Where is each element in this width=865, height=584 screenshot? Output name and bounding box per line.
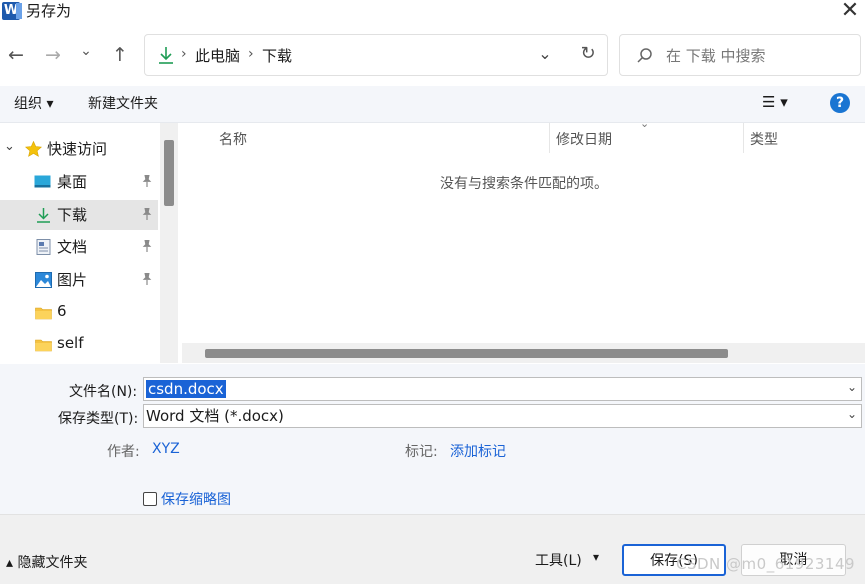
new-folder-button[interactable]: 新建文件夹 xyxy=(88,93,158,113)
breadcrumb-separator: › xyxy=(181,46,187,62)
back-arrow-icon[interactable]: ← xyxy=(3,42,29,68)
search-placeholder: 在 下载 中搜索 xyxy=(666,47,766,65)
sidebar-item-quick-access[interactable]: ⌄ 快速访问 xyxy=(0,134,158,164)
organize-menu[interactable]: 组织 ▾ xyxy=(14,93,53,113)
sidebar-item-folder-6[interactable]: 6 xyxy=(0,298,158,328)
star-icon xyxy=(25,141,42,157)
window-title: 另存为 xyxy=(26,2,72,20)
tags-label: 标记: xyxy=(405,444,438,460)
breadcrumb-separator: › xyxy=(248,46,254,62)
column-header-date-modified[interactable]: 修改日期 xyxy=(556,129,612,149)
sidebar-item-label: 桌面 xyxy=(57,173,88,191)
save-thumbnail-checkbox[interactable] xyxy=(143,492,157,506)
sidebar-item-label: 图片 xyxy=(57,271,88,289)
tools-dropdown-arrow-icon[interactable]: ▾ xyxy=(593,550,599,564)
save-form: 文件名(N): csdn.docx ⌄ 保存类型(T): Word 文档 (*.… xyxy=(0,364,865,514)
address-dropdown-chevron-icon[interactable]: ⌄ xyxy=(533,42,557,66)
document-icon xyxy=(36,239,51,255)
view-options-menu[interactable]: ☰ ▾ xyxy=(762,93,788,111)
folder-icon xyxy=(35,307,52,320)
sidebar-item-documents[interactable]: 文档 xyxy=(0,232,158,262)
filename-value[interactable]: csdn.docx xyxy=(146,380,226,398)
sidebar-scrollbar-thumb[interactable] xyxy=(164,140,174,206)
sidebar-item-label: 快速访问 xyxy=(47,140,108,158)
forward-arrow-icon[interactable]: → xyxy=(40,42,66,68)
download-icon xyxy=(37,208,50,223)
search-icon xyxy=(637,48,652,63)
column-header-type[interactable]: 类型 xyxy=(750,129,778,149)
expand-chevron-icon[interactable]: ⌄ xyxy=(4,139,15,154)
pin-icon xyxy=(140,207,154,223)
chevron-down-icon[interactable]: ⌄ xyxy=(847,380,857,394)
sidebar-item-desktop[interactable]: 桌面 xyxy=(0,167,158,197)
filename-label: 文件名(N): xyxy=(69,384,138,400)
tools-menu[interactable]: 工具(L) xyxy=(535,550,582,570)
close-button[interactable]: ✕ xyxy=(836,0,864,26)
sidebar-item-label: self xyxy=(57,334,84,352)
picture-icon xyxy=(35,272,52,288)
recent-locations-chevron-icon[interactable]: ⌄ xyxy=(73,38,99,64)
column-divider[interactable] xyxy=(743,123,744,153)
sidebar-item-label: 下载 xyxy=(57,206,88,224)
author-label: 作者: xyxy=(107,444,140,460)
breadcrumb-this-pc[interactable]: 此电脑 xyxy=(195,45,240,66)
hide-folders-button[interactable]: ▴ 隐藏文件夹 xyxy=(6,552,87,572)
sidebar-item-folder-self[interactable]: self xyxy=(0,330,158,360)
filetype-select[interactable]: Word 文档 (*.docx) ⌄ xyxy=(143,404,862,428)
file-list: 名称 ⌄ 修改日期 类型 没有与搜索条件匹配的项。 xyxy=(182,117,865,363)
author-value[interactable]: XYZ xyxy=(152,441,180,457)
chevron-down-icon[interactable]: ⌄ xyxy=(847,407,857,421)
save-thumbnail-label[interactable]: 保存缩略图 xyxy=(161,489,231,509)
pin-icon xyxy=(140,239,154,255)
search-box[interactable]: 在 下载 中搜索 xyxy=(619,34,861,76)
empty-results-message: 没有与搜索条件匹配的项。 xyxy=(440,176,608,192)
command-bar: 组织 ▾ 新建文件夹 ☰ ▾ xyxy=(0,86,865,123)
add-tags-link[interactable]: 添加标记 xyxy=(450,441,506,461)
word-app-icon: W xyxy=(2,2,22,20)
sidebar-item-pictures[interactable]: 图片 xyxy=(0,265,158,295)
watermark: CSDN @m0_61923149 xyxy=(676,555,856,573)
sort-chevron-icon: ⌄ xyxy=(640,117,650,130)
breadcrumb-downloads[interactable]: 下载 xyxy=(262,45,292,66)
up-arrow-icon[interactable]: ↑ xyxy=(107,42,133,68)
filetype-value: Word 文档 (*.docx) xyxy=(146,407,284,425)
help-icon[interactable]: ? xyxy=(830,93,850,113)
dialog-footer: ▴ 隐藏文件夹 工具(L) ▾ 保存(S) 取消 xyxy=(0,514,865,584)
sidebar-item-downloads[interactable]: 下载 xyxy=(0,200,158,230)
address-bar[interactable]: › 此电脑 › 下载 ⌄ ↻ xyxy=(144,34,608,76)
sidebar-item-label: 文档 xyxy=(57,238,88,256)
folder-icon xyxy=(35,339,52,352)
download-icon xyxy=(159,47,173,64)
horizontal-scrollbar-thumb[interactable] xyxy=(205,349,728,358)
sidebar-item-label: 6 xyxy=(57,302,67,320)
filename-input[interactable]: csdn.docx ⌄ xyxy=(143,377,862,401)
column-header-name[interactable]: 名称 xyxy=(219,129,247,149)
filetype-label: 保存类型(T): xyxy=(58,411,139,427)
title-bar: W 另存为 ✕ xyxy=(0,0,865,32)
column-divider[interactable] xyxy=(549,123,550,153)
navigation-pane: ⌄ 快速访问 桌面 下载 文档 图片 6 self xyxy=(0,123,180,363)
refresh-icon[interactable]: ↻ xyxy=(575,42,601,66)
desktop-icon xyxy=(34,175,51,188)
pin-icon xyxy=(140,174,154,190)
pin-icon xyxy=(140,272,154,288)
